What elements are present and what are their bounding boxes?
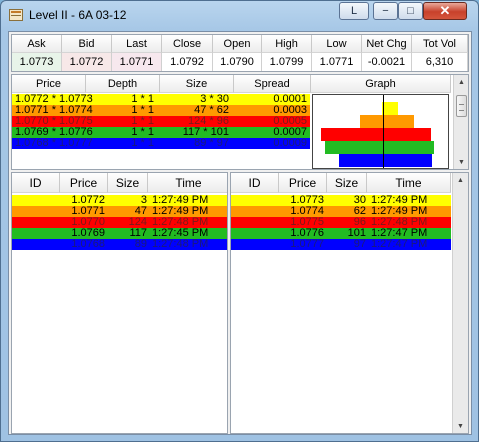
bid_trades-header-price[interactable]: Price (60, 173, 108, 193)
quote-header-net-chg[interactable]: Net Chg (362, 35, 412, 53)
quote-value-last: 1.0771 (112, 53, 162, 71)
maximize-button[interactable]: □ (398, 2, 423, 20)
scroll-up-arrow-icon[interactable]: ▲ (453, 173, 468, 187)
bid-trades-grid: ID Price Size Time 1.0772 3 1:27:49 PM 1.0771 4… (11, 172, 228, 434)
quote-header-bid[interactable]: Bid (62, 35, 112, 53)
depth-row[interactable]: 1.0768 * 1.0777 1 * 1 89 * 97 0.0009 (12, 138, 310, 149)
quote-header-low[interactable]: Low (312, 35, 362, 53)
trade-size: 97 (353, 238, 366, 250)
app-table-icon (9, 9, 23, 21)
quote-header-close[interactable]: Close (162, 35, 213, 53)
depth-graph (312, 94, 449, 169)
level-ii-window: Level II - 6A 03-12 L − □ ✕ Ask Bid Last Cl… (0, 0, 479, 442)
scroll-up-arrow-icon[interactable]: ▲ (454, 75, 468, 89)
depth-graph-bar (359, 115, 414, 128)
bid_trades-header-id[interactable]: ID (12, 173, 60, 193)
depth-graph-bar (324, 141, 434, 154)
col-header-price[interactable]: Price (12, 75, 86, 93)
client-area: Ask Bid Last Close Open High Low Net Chg Tot Vol… (8, 31, 472, 435)
title-bar[interactable]: Level II - 6A 03-12 L − □ ✕ (1, 1, 478, 29)
depth-scrollbar[interactable]: ▲ ▼ (453, 75, 468, 169)
depth-count: 1 * 1 (131, 137, 154, 149)
depth-graph-bar (321, 128, 431, 141)
quote-header-last[interactable]: Last (112, 35, 162, 53)
bid_trades-header-size[interactable]: Size (108, 173, 148, 193)
window-title: Level II - 6A 03-12 (29, 8, 127, 22)
scroll-down-arrow-icon[interactable]: ▼ (453, 419, 468, 433)
col-header-spread[interactable]: Spread (234, 75, 311, 93)
trade-time: 1:27:48 PM (152, 238, 209, 250)
scroll-thumb[interactable] (456, 95, 467, 117)
trade-price: 1.0768 (71, 238, 105, 250)
ask_trades-header-size[interactable]: Size (327, 173, 367, 193)
depth-price: 1.0768 * 1.0777 (15, 137, 93, 149)
bid_trades-header-time[interactable]: Time (148, 173, 227, 193)
depth-graph-bar (338, 154, 432, 167)
depth-size: 89 * 97 (194, 137, 229, 149)
quote-value-net-chg: -0.0021 (362, 53, 412, 71)
quote-value-close: 1.0792 (162, 53, 213, 71)
quote-value-ask: 1.0773 (12, 53, 62, 71)
quote-value-open: 1.0790 (213, 53, 262, 71)
ask-trades-scrollbar[interactable]: ▲ ▼ (452, 173, 468, 433)
quote-summary-grid: Ask Bid Last Close Open High Low Net Chg Tot Vol… (11, 34, 469, 72)
ask-trades-grid: ID Price Size Time 1.0773 30 1:27:49 PM 1.0774… (230, 172, 469, 434)
quote-value-bid: 1.0772 (62, 53, 112, 71)
quote-header-tot-vol[interactable]: Tot Vol (412, 35, 468, 53)
minimize-button[interactable]: − (373, 2, 398, 20)
quote-value-low: 1.0771 (312, 53, 362, 71)
trade-size: 89 (134, 238, 147, 250)
link-l-button[interactable]: L (339, 2, 369, 20)
ask_trades-header-time[interactable]: Time (367, 173, 451, 193)
quote-value-tot-vol: 6,310 (412, 53, 468, 71)
close-button[interactable]: ✕ (423, 2, 467, 20)
quote-header-high[interactable]: High (262, 35, 312, 53)
depth-spread: 0.0009 (273, 137, 307, 149)
col-header-size[interactable]: Size (160, 75, 234, 93)
ask_trades-header-price[interactable]: Price (279, 173, 327, 193)
trade-time: 1:27:47 PM (371, 238, 428, 250)
trade-row[interactable]: 1.0768 89 1:27:48 PM (12, 239, 227, 250)
col-header-depth[interactable]: Depth (86, 75, 160, 93)
market-depth-grid: Price Depth Size Spread Graph 1.0772 * 1… (11, 74, 469, 170)
quote-header-ask[interactable]: Ask (12, 35, 62, 53)
trade-price: 1.0777 (290, 238, 324, 250)
scroll-down-arrow-icon[interactable]: ▼ (454, 155, 468, 169)
ask_trades-header-id[interactable]: ID (231, 173, 279, 193)
quote-header-open[interactable]: Open (213, 35, 262, 53)
graph-center-line (383, 95, 384, 168)
trade-row[interactable]: 1.0777 97 1:27:47 PM (231, 239, 451, 250)
col-header-graph[interactable]: Graph (311, 75, 451, 93)
quote-value-high: 1.0799 (262, 53, 312, 71)
